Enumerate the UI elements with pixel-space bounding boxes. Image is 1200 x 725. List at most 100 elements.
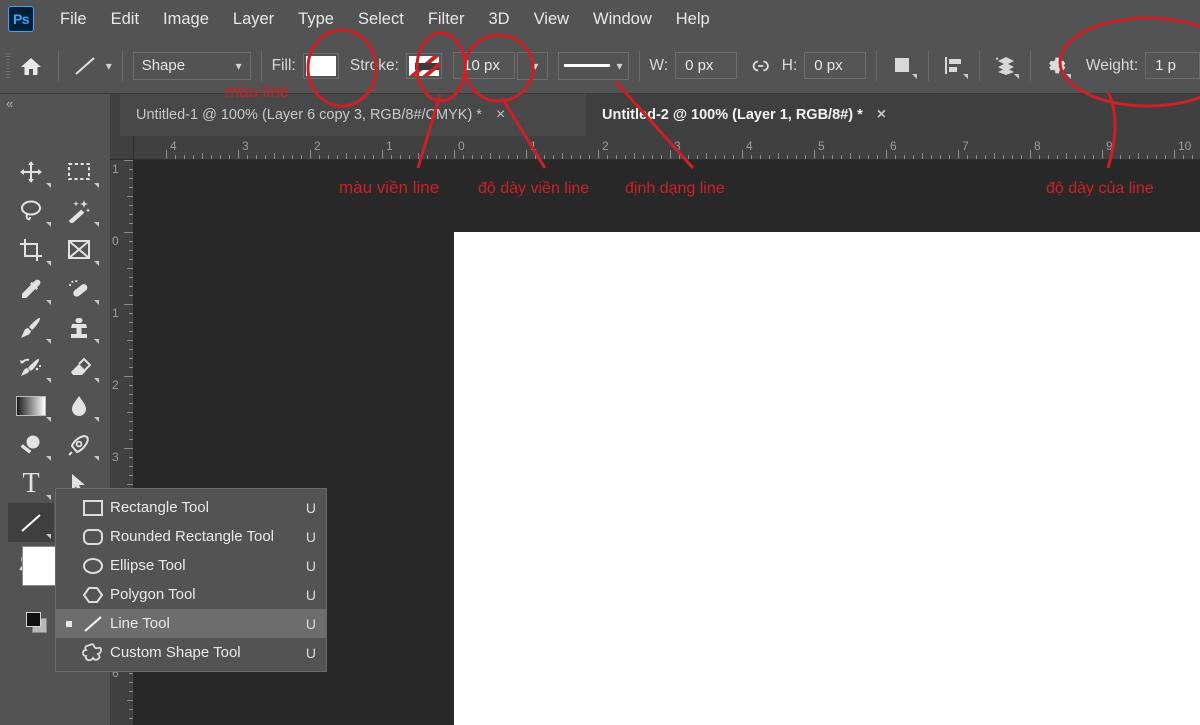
divider (928, 51, 929, 81)
flyout-item-polygon-tool[interactable]: Polygon Tool U (56, 580, 326, 609)
stroke-width-input[interactable]: 10 px (453, 52, 515, 79)
ruler-minor-tick (220, 155, 221, 159)
ruler-tick (166, 150, 167, 159)
ruler-minor-tick (922, 153, 923, 159)
close-icon[interactable]: × (877, 106, 886, 124)
ruler-tick (124, 376, 133, 377)
tool-shape-line[interactable] (8, 503, 54, 542)
tool-preset-chevron-down-icon[interactable]: ▾ (106, 59, 112, 73)
caret-icon (94, 417, 99, 422)
caret-icon (1066, 74, 1071, 79)
flyout-item-custom-shape-tool[interactable]: Custom Shape Tool U (56, 638, 326, 667)
gear-settings-button[interactable] (1041, 51, 1071, 81)
ruler-label: 3 (112, 451, 119, 463)
ruler-minor-tick (589, 155, 590, 159)
menu-item-type[interactable]: Type (286, 6, 346, 33)
ruler-minor-tick (850, 153, 851, 159)
shape-mode-select[interactable]: Shape ▾ (133, 52, 251, 80)
weight-input[interactable]: 1 p (1145, 52, 1200, 79)
menu-item-image[interactable]: Image (151, 6, 221, 33)
menu-item-file[interactable]: File (48, 6, 99, 33)
path-arrangement-button[interactable] (990, 51, 1020, 81)
ruler-minor-tick (544, 155, 545, 159)
home-button[interactable] (14, 49, 48, 83)
fill-label: Fill: (272, 57, 296, 75)
tool-eyedropper[interactable] (8, 269, 54, 308)
tool-pen[interactable] (56, 425, 102, 464)
ruler-label: 3 (242, 140, 249, 152)
menu-item-view[interactable]: View (522, 6, 581, 33)
clone-stamp-icon (67, 316, 91, 340)
tool-eraser[interactable] (56, 347, 102, 386)
tool-magic-wand[interactable] (56, 191, 102, 230)
tool-dodge[interactable] (8, 425, 54, 464)
paintbrush-icon (19, 316, 43, 340)
caret-icon (963, 74, 968, 79)
pen-icon (67, 433, 91, 457)
menu-item-filter[interactable]: Filter (416, 6, 477, 33)
chevron-down-icon: ▾ (532, 59, 538, 73)
ruler-label: 4 (170, 140, 177, 152)
menu-item-window[interactable]: Window (581, 6, 664, 33)
tool-marquee[interactable] (56, 152, 102, 191)
stroke-label: Stroke: (350, 57, 399, 75)
stroke-width-dropdown[interactable]: ▾ (517, 52, 548, 80)
ruler-minor-tick (129, 322, 133, 323)
default-colors-button[interactable] (26, 612, 48, 634)
document-canvas[interactable] (454, 232, 1200, 725)
tool-history-brush[interactable] (8, 347, 54, 386)
menu-item-3d[interactable]: 3D (476, 6, 521, 33)
ruler-minor-tick (553, 155, 554, 159)
ruler-minor-tick (778, 153, 779, 159)
flyout-item-rectangle-tool[interactable]: Rectangle Tool U (56, 493, 326, 522)
ruler-minor-tick (1165, 155, 1166, 159)
horizontal-ruler[interactable]: 4321012345678910 (134, 136, 1200, 160)
flyout-item-rounded-rectangle-tool[interactable]: Rounded Rectangle Tool U (56, 522, 326, 551)
tool-blur[interactable] (56, 386, 102, 425)
width-input[interactable]: 0 px (675, 52, 737, 79)
path-operations-button[interactable] (887, 51, 917, 81)
tool-frame[interactable] (56, 230, 102, 269)
tool-lasso[interactable] (8, 191, 54, 230)
tool-gradient[interactable] (8, 386, 54, 425)
tools-panel-collapse[interactable]: « (0, 94, 110, 112)
tool-crop[interactable] (8, 230, 54, 269)
ruler-minor-tick (129, 475, 133, 476)
tool-clone-stamp[interactable] (56, 308, 102, 347)
stroke-style-dropdown[interactable]: ▾ (558, 52, 628, 80)
frame-icon (67, 239, 91, 261)
ruler-label: 8 (1034, 140, 1041, 152)
options-bar-grip[interactable] (6, 53, 10, 79)
tool-move[interactable] (8, 152, 54, 191)
active-tool-preview[interactable] (69, 51, 99, 81)
fill-color-swatch[interactable] (303, 53, 339, 79)
ruler-label: 3 (674, 140, 681, 152)
ruler-minor-tick (724, 155, 725, 159)
caret-icon (46, 339, 51, 344)
annotation-do-day-vien-line: độ dày viền line (478, 180, 589, 198)
menu-item-edit[interactable]: Edit (99, 6, 151, 33)
stroke-color-swatch[interactable] (406, 53, 442, 79)
ruler-minor-tick (129, 205, 133, 206)
ruler-minor-tick (904, 155, 905, 159)
flyout-item-ellipse-tool[interactable]: Ellipse Tool U (56, 551, 326, 580)
caret-icon (1014, 74, 1019, 79)
ruler-minor-tick (1138, 153, 1139, 159)
height-input[interactable]: 0 px (804, 52, 866, 79)
tool-healing-brush[interactable] (56, 269, 102, 308)
rectangle-icon (76, 499, 110, 517)
document-tab-untitled-2[interactable]: Untitled-2 @ 100% (Layer 1, RGB/8#) * × (586, 94, 938, 136)
ruler-minor-tick (129, 691, 133, 692)
menu-item-layer[interactable]: Layer (221, 6, 286, 33)
tool-brush[interactable] (8, 308, 54, 347)
ruler-minor-tick (976, 155, 977, 159)
path-alignment-button[interactable] (939, 51, 969, 81)
close-icon[interactable]: × (496, 106, 505, 124)
document-tab-untitled-1[interactable]: Untitled-1 @ 100% (Layer 6 copy 3, RGB/8… (120, 94, 586, 136)
menu-item-help[interactable]: Help (664, 6, 722, 33)
tool-type[interactable]: T (8, 464, 54, 503)
link-chain-icon[interactable] (750, 58, 771, 74)
flyout-item-line-tool[interactable]: Line Tool U (56, 609, 326, 638)
menu-item-select[interactable]: Select (346, 6, 416, 33)
ruler-minor-tick (193, 155, 194, 159)
